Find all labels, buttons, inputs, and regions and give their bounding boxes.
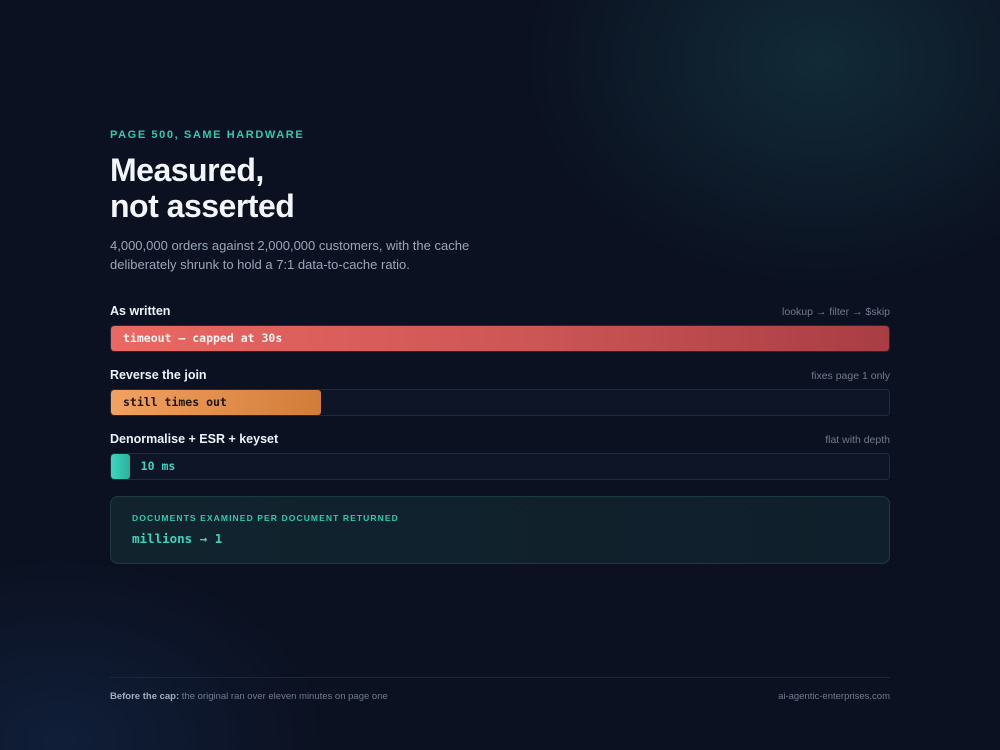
row-header: As written lookup → filter → $skip	[110, 304, 890, 320]
page-title: Measured, not asserted	[110, 152, 890, 224]
footer-note-bold: Before the cap:	[110, 691, 180, 702]
footer-note: Before the cap: the original ran over el…	[110, 691, 388, 702]
stat-card-value: millions → 1	[132, 531, 223, 546]
footer-site: ai-agentic-enterprises.com	[778, 691, 890, 702]
stat-card: DOCUMENTS EXAMINED PER DOCUMENT RETURNED…	[110, 496, 890, 564]
benchmark-row-reverse-join: Reverse the join fixes page 1 only still…	[110, 368, 890, 416]
page-subtitle: 4,000,000 orders against 2,000,000 custo…	[110, 238, 470, 272]
bar-track: still times out	[110, 389, 890, 416]
bar-track: timeout — capped at 30s	[110, 325, 890, 352]
bar-label: 10 ms	[140, 459, 176, 473]
row-header: Reverse the join fixes page 1 only	[110, 368, 890, 384]
row-note: fixes page 1 only	[811, 370, 890, 382]
bar-label: still times out	[123, 395, 227, 409]
bar-track: 10 ms	[110, 453, 890, 480]
benchmark-rows: As written lookup → filter → $skip timeo…	[110, 304, 890, 480]
title-line-2: not asserted	[110, 188, 295, 224]
row-label: Reverse the join	[110, 368, 207, 382]
benchmark-row-as-written: As written lookup → filter → $skip timeo…	[110, 304, 890, 352]
footer-note-text: the original ran over eleven minutes on …	[179, 691, 388, 702]
bar-label: timeout — capped at 30s	[123, 331, 283, 345]
row-header: Denormalise + ESR + keyset flat with dep…	[110, 432, 890, 448]
bar-fill	[111, 454, 130, 479]
row-label: As written	[110, 304, 171, 318]
title-line-1: Measured,	[110, 152, 264, 188]
benchmark-row-denormalise: Denormalise + ESR + keyset flat with dep…	[110, 432, 890, 480]
footer: Before the cap: the original ran over el…	[110, 677, 890, 702]
eyebrow: PAGE 500, SAME HARDWARE	[110, 129, 305, 141]
row-label: Denormalise + ESR + keyset	[110, 432, 279, 446]
row-note: lookup → filter → $skip	[782, 306, 890, 318]
main-content: PAGE 500, SAME HARDWARE Measured, not as…	[110, 128, 890, 564]
row-note: flat with depth	[825, 434, 890, 446]
stat-card-label: DOCUMENTS EXAMINED PER DOCUMENT RETURNED	[132, 513, 399, 523]
